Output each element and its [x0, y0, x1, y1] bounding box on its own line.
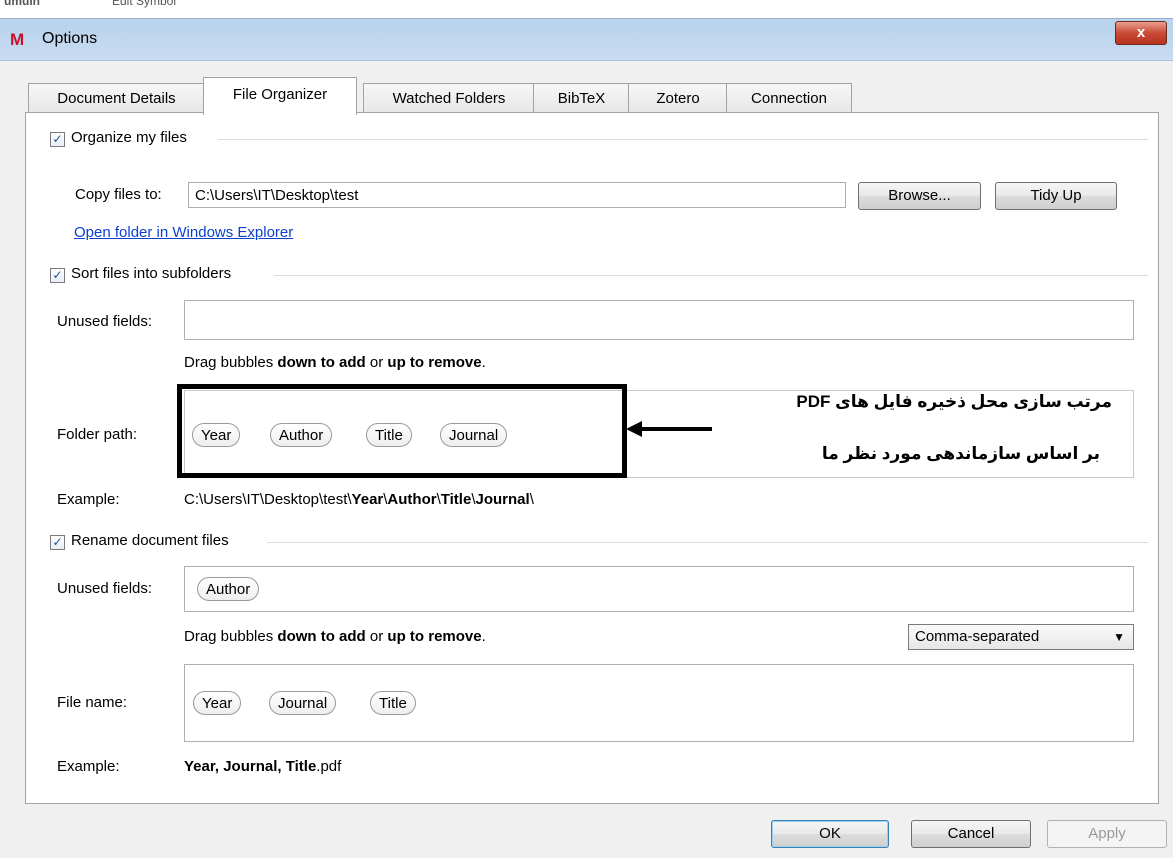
annotation-highlight-box	[177, 384, 627, 478]
tab-document-details[interactable]: Document Details	[28, 83, 205, 114]
open-folder-link[interactable]: Open folder in Windows Explorer	[74, 224, 293, 241]
unused-fields-dropzone[interactable]	[184, 566, 1134, 612]
example-text: .pdf	[316, 758, 342, 775]
browse-button[interactable]: Browse...	[858, 182, 981, 210]
drag-hint: Drag bubbles down to add or up to remove…	[184, 354, 486, 371]
organize-files-label: Organize my files	[71, 129, 187, 146]
copy-files-input[interactable]: C:\Users\IT\Desktop\test	[188, 182, 846, 208]
background-text: Edit Symbol	[112, 0, 177, 8]
apply-button[interactable]: Apply	[1047, 820, 1167, 848]
chevron-down-icon: ▼	[1113, 630, 1125, 644]
unused-fields-label: Unused fields:	[57, 580, 153, 597]
tidy-up-button[interactable]: Tidy Up	[995, 182, 1117, 210]
hint-text: up to remove	[387, 354, 482, 371]
folder-example-label: Example:	[57, 491, 120, 508]
sort-subfolders-label: Sort files into subfolders	[71, 265, 232, 282]
title-bar: umulh Edit Symbol M Options x	[0, 0, 1173, 61]
hint-text: .	[481, 628, 486, 645]
rename-example-label: Example:	[57, 758, 120, 775]
separator-select-value: Comma-separated	[915, 628, 1040, 645]
tab-connection[interactable]: Connection	[726, 83, 852, 114]
folder-path-label: Folder path:	[57, 426, 138, 443]
background-window-strip: umulh Edit Symbol	[0, 0, 1173, 19]
section-divider	[218, 139, 1148, 140]
unused-fields-dropzone[interactable]	[184, 300, 1134, 340]
hint-text: down to add	[277, 354, 366, 371]
hint-text: .	[481, 354, 486, 371]
section-divider	[267, 542, 1148, 543]
example-text: Journal	[475, 491, 530, 508]
sort-subfolders-checkbox[interactable]: ✓	[50, 268, 65, 283]
rename-example-value: Year, Journal, Title.pdf	[184, 758, 341, 775]
tab-file-organizer[interactable]: File Organizer	[203, 77, 357, 115]
bubble-journal[interactable]: Journal	[269, 691, 337, 715]
hint-text: up to remove	[387, 628, 482, 645]
bubble-author[interactable]: Author	[197, 577, 260, 601]
hint-text: Drag bubbles	[184, 354, 278, 371]
annotation-arrow-icon	[626, 421, 712, 437]
hint-text: or	[365, 354, 388, 371]
annotation-text-line1: مرتب سازی محل ذخیره فایل های PDF	[796, 392, 1112, 411]
drag-hint: Drag bubbles down to add or up to remove…	[184, 628, 486, 645]
rename-files-checkbox[interactable]: ✓	[50, 535, 65, 550]
copy-files-label: Copy files to:	[75, 186, 162, 203]
bubble-title[interactable]: Title	[370, 691, 416, 715]
unused-fields-label: Unused fields:	[57, 313, 153, 330]
tab-zotero[interactable]: Zotero	[628, 83, 728, 114]
example-text: Author	[387, 491, 437, 508]
organize-files-checkbox[interactable]: ✓	[50, 132, 65, 147]
annotation-text-line2: بر اساس سازماندهی مورد نظر ما	[821, 444, 1100, 463]
window-title: Options	[42, 30, 98, 47]
bubble-year[interactable]: Year	[193, 691, 242, 715]
hint-text: down to add	[277, 628, 366, 645]
tab-bibtex[interactable]: BibTeX	[533, 83, 630, 114]
separator-select[interactable]: Comma-separated ▼	[908, 624, 1134, 650]
example-text: \	[529, 491, 534, 508]
section-divider	[274, 275, 1148, 276]
example-text: C:\Users\IT\Desktop\test\	[184, 491, 352, 508]
cancel-button[interactable]: Cancel	[911, 820, 1031, 848]
example-text: Year, Journal, Title	[184, 758, 317, 775]
background-text: umulh	[4, 0, 40, 8]
tab-watched-folders[interactable]: Watched Folders	[363, 83, 535, 114]
mendeley-logo-icon: M	[10, 30, 24, 49]
close-button[interactable]: x	[1115, 21, 1167, 45]
ok-button[interactable]: OK	[771, 820, 889, 848]
example-text: Title	[440, 491, 472, 508]
hint-text: Drag bubbles	[184, 628, 278, 645]
file-name-label: File name:	[57, 694, 128, 711]
example-text: Year	[351, 491, 384, 508]
rename-files-label: Rename document files	[71, 532, 229, 549]
hint-text: or	[365, 628, 388, 645]
folder-example-value: C:\Users\IT\Desktop\test\Year\Author\Tit…	[184, 491, 534, 508]
